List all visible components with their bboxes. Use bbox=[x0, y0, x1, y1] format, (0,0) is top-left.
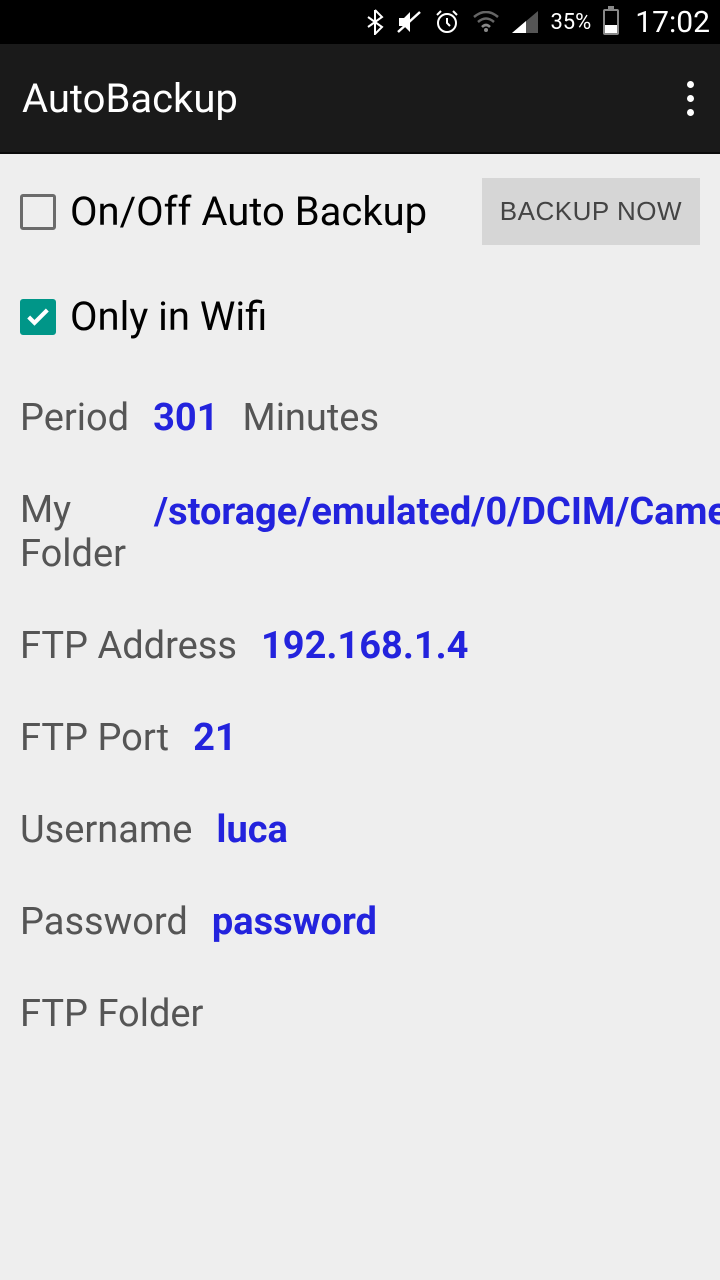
auto-backup-label: On/Off Auto Backup bbox=[70, 188, 427, 235]
bluetooth-icon bbox=[366, 9, 384, 35]
wifi-icon bbox=[472, 11, 500, 33]
status-bar: 35% 17:02 bbox=[0, 0, 720, 44]
folder-label: My Folder bbox=[20, 488, 126, 576]
ftp-address-setting[interactable]: FTP Address 192.168.1.4 bbox=[20, 624, 700, 668]
app-bar: AutoBackup bbox=[0, 44, 720, 154]
period-label: Period bbox=[20, 396, 129, 440]
ftp-port-label: FTP Port bbox=[20, 716, 169, 760]
battery-percent: 35% bbox=[550, 10, 591, 35]
period-setting[interactable]: Period 301 Minutes bbox=[20, 396, 700, 440]
ftp-port-value: 21 bbox=[193, 716, 237, 760]
username-setting[interactable]: Username luca bbox=[20, 808, 700, 852]
signal-icon bbox=[512, 11, 538, 33]
battery-icon bbox=[603, 9, 619, 35]
password-setting[interactable]: Password password bbox=[20, 900, 700, 944]
period-value: 301 bbox=[153, 396, 218, 440]
backup-now-button[interactable]: BACKUP NOW bbox=[482, 178, 700, 245]
username-value: luca bbox=[216, 808, 287, 852]
ftp-address-value: 192.168.1.4 bbox=[261, 624, 468, 668]
ftp-port-setting[interactable]: FTP Port 21 bbox=[20, 716, 700, 760]
auto-backup-toggle[interactable]: On/Off Auto Backup bbox=[20, 188, 427, 235]
wifi-only-toggle[interactable]: Only in Wifi bbox=[20, 293, 700, 340]
status-time: 17:02 bbox=[635, 5, 710, 40]
folder-value: /storage/emulated/0/DCIM/Camera bbox=[154, 488, 720, 537]
ftp-folder-label: FTP Folder bbox=[20, 992, 203, 1036]
ftp-folder-setting[interactable]: FTP Folder bbox=[20, 992, 700, 1036]
folder-setting[interactable]: My Folder /storage/emulated/0/DCIM/Camer… bbox=[20, 488, 700, 576]
username-label: Username bbox=[20, 808, 192, 852]
app-title: AutoBackup bbox=[22, 75, 238, 122]
period-unit: Minutes bbox=[243, 396, 380, 440]
checkbox-unchecked-icon bbox=[20, 194, 56, 230]
alarm-icon bbox=[434, 9, 460, 35]
ftp-address-label: FTP Address bbox=[20, 624, 237, 668]
password-label: Password bbox=[20, 900, 188, 944]
main-content: On/Off Auto Backup BACKUP NOW Only in Wi… bbox=[0, 154, 720, 1108]
checkbox-checked-icon bbox=[20, 299, 56, 335]
password-value: password bbox=[212, 900, 377, 944]
mute-icon bbox=[396, 10, 422, 34]
wifi-only-label: Only in Wifi bbox=[70, 293, 267, 340]
more-options-icon[interactable] bbox=[683, 73, 698, 124]
